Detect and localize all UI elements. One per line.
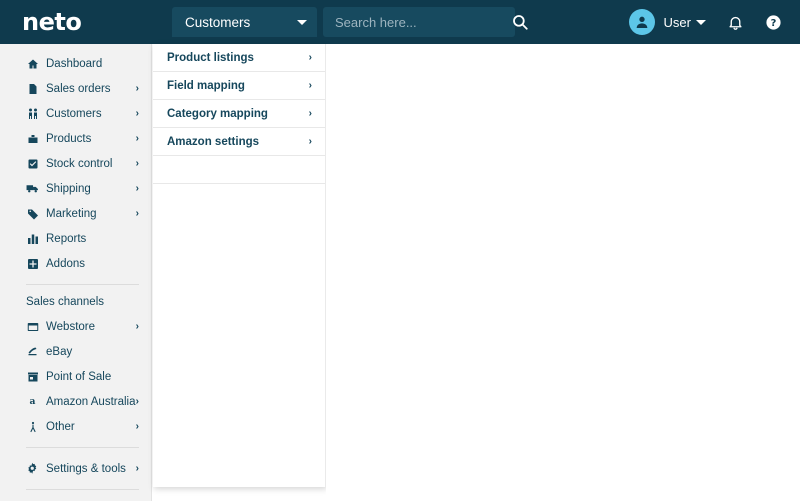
sidebar-item-label: eBay	[46, 345, 73, 358]
help-circle-icon[interactable]: ?	[764, 13, 782, 31]
chevron-right-icon: ›	[135, 462, 139, 474]
sidebar-divider	[26, 489, 139, 490]
search-icon[interactable]	[511, 13, 529, 31]
sidebar-item-ebay[interactable]: eBay	[0, 342, 151, 361]
submenu-item-label: Product listings	[167, 51, 254, 64]
svg-text:a: a	[30, 396, 36, 407]
submenu-flyout-panel: Product listings › Field mapping › Categ…	[153, 44, 326, 487]
svg-text:?: ?	[770, 18, 776, 29]
user-menu-label[interactable]: User	[664, 15, 691, 30]
clipboard-check-icon	[26, 157, 39, 170]
submenu-empty-row	[153, 156, 325, 184]
submenu-item-amazon-settings[interactable]: Amazon settings ›	[153, 128, 325, 156]
sidebar-item-label: Addons	[46, 257, 86, 270]
browser-window-icon	[26, 320, 39, 333]
sidebar-item-sales-orders[interactable]: Sales orders ›	[0, 79, 151, 98]
ebay-icon	[26, 345, 39, 358]
sidebar-item-stock-control[interactable]: Stock control ›	[0, 154, 151, 173]
sidebar-item-label: Other	[46, 420, 75, 433]
chevron-right-icon: ›	[308, 107, 312, 119]
chevron-right-icon: ›	[135, 420, 139, 432]
sidebar-item-customers[interactable]: Customers ›	[0, 104, 151, 123]
brand-logo[interactable]: neto	[0, 0, 152, 44]
submenu-item-label: Field mapping	[167, 79, 245, 92]
chevron-down-icon[interactable]	[696, 19, 706, 25]
sidebar-item-label: Marketing	[46, 207, 97, 220]
sidebar-item-label: Products	[46, 132, 92, 145]
document-icon	[26, 82, 39, 95]
sidebar-item-label: Dashboard	[46, 57, 103, 70]
submenu-item-category-mapping[interactable]: Category mapping ›	[153, 100, 325, 128]
context-selector-label: Customers	[185, 14, 251, 30]
plus-square-icon	[26, 257, 39, 270]
sidebar-item-label: Shipping	[46, 182, 91, 195]
global-search[interactable]	[323, 7, 528, 37]
sidebar-item-amazon-australia[interactable]: a Amazon Australia ›	[0, 392, 151, 411]
chevron-down-icon	[297, 19, 307, 25]
bar-chart-icon	[26, 232, 39, 245]
sidebar-item-label: Customers	[46, 107, 102, 120]
submenu-item-field-mapping[interactable]: Field mapping ›	[153, 72, 325, 100]
sidebar-item-dashboard[interactable]: Dashboard	[0, 54, 151, 73]
sidebar-item-settings-tools[interactable]: Settings & tools ›	[0, 459, 151, 478]
chevron-right-icon: ›	[135, 107, 139, 119]
chevron-right-icon: ›	[135, 207, 139, 219]
box-icon	[26, 132, 39, 145]
main-content-area	[326, 44, 800, 501]
store-icon	[26, 370, 39, 383]
chevron-right-icon: ›	[308, 135, 312, 147]
user-avatar-icon[interactable]	[628, 9, 655, 35]
chevron-right-icon: ›	[308, 51, 312, 63]
sidebar-item-label: Sales orders	[46, 82, 111, 95]
sidebar-section-title: Sales channels	[26, 296, 104, 308]
chevron-right-icon: ›	[135, 395, 139, 407]
truck-icon	[26, 182, 39, 195]
sidebar-item-products[interactable]: Products ›	[0, 129, 151, 148]
sidebar-item-addons[interactable]: Addons	[0, 254, 151, 273]
search-input[interactable]	[335, 14, 511, 30]
sidebar-item-label: Stock control	[46, 157, 113, 170]
chevron-right-icon: ›	[135, 157, 139, 169]
sidebar-item-label: Amazon Australia	[46, 395, 136, 408]
sidebar-divider	[26, 447, 139, 448]
sidebar-item-point-of-sale[interactable]: Point of Sale	[0, 367, 151, 386]
tag-icon	[26, 207, 39, 220]
sidebar-item-label: Webstore	[46, 320, 96, 333]
submenu-item-product-listings[interactable]: Product listings ›	[153, 44, 325, 72]
chevron-right-icon: ›	[308, 79, 312, 91]
home-icon	[26, 57, 39, 70]
sidebar-item-label: Point of Sale	[46, 370, 112, 383]
gear-icon	[26, 462, 39, 475]
header-actions: User ?	[628, 9, 800, 35]
top-header-bar: neto Customers User	[0, 0, 800, 44]
logo-text: neto	[22, 8, 82, 36]
sidebar-item-label: Settings & tools	[46, 462, 126, 475]
sidebar-item-label: Reports	[46, 232, 87, 245]
person-icon	[26, 420, 39, 433]
chevron-right-icon: ›	[135, 132, 139, 144]
chevron-right-icon: ›	[135, 82, 139, 94]
app-window: neto Customers User	[0, 0, 800, 501]
submenu-item-label: Amazon settings	[167, 135, 260, 148]
sidebar-item-shipping[interactable]: Shipping ›	[0, 179, 151, 198]
people-icon	[26, 107, 39, 120]
chevron-right-icon: ›	[135, 182, 139, 194]
bell-icon[interactable]	[726, 13, 744, 31]
sidebar-item-marketing[interactable]: Marketing ›	[0, 204, 151, 223]
amazon-a-icon: a	[26, 395, 39, 408]
sidebar-divider	[26, 284, 139, 285]
left-sidebar: Dashboard Sales orders › Customers › Pro…	[0, 44, 152, 501]
context-selector-dropdown[interactable]: Customers	[172, 7, 317, 37]
sidebar-item-other[interactable]: Other ›	[0, 417, 151, 436]
chevron-right-icon: ›	[135, 320, 139, 332]
submenu-item-label: Category mapping	[167, 107, 268, 120]
sidebar-item-webstore[interactable]: Webstore ›	[0, 317, 151, 336]
sidebar-item-reports[interactable]: Reports	[0, 229, 151, 248]
